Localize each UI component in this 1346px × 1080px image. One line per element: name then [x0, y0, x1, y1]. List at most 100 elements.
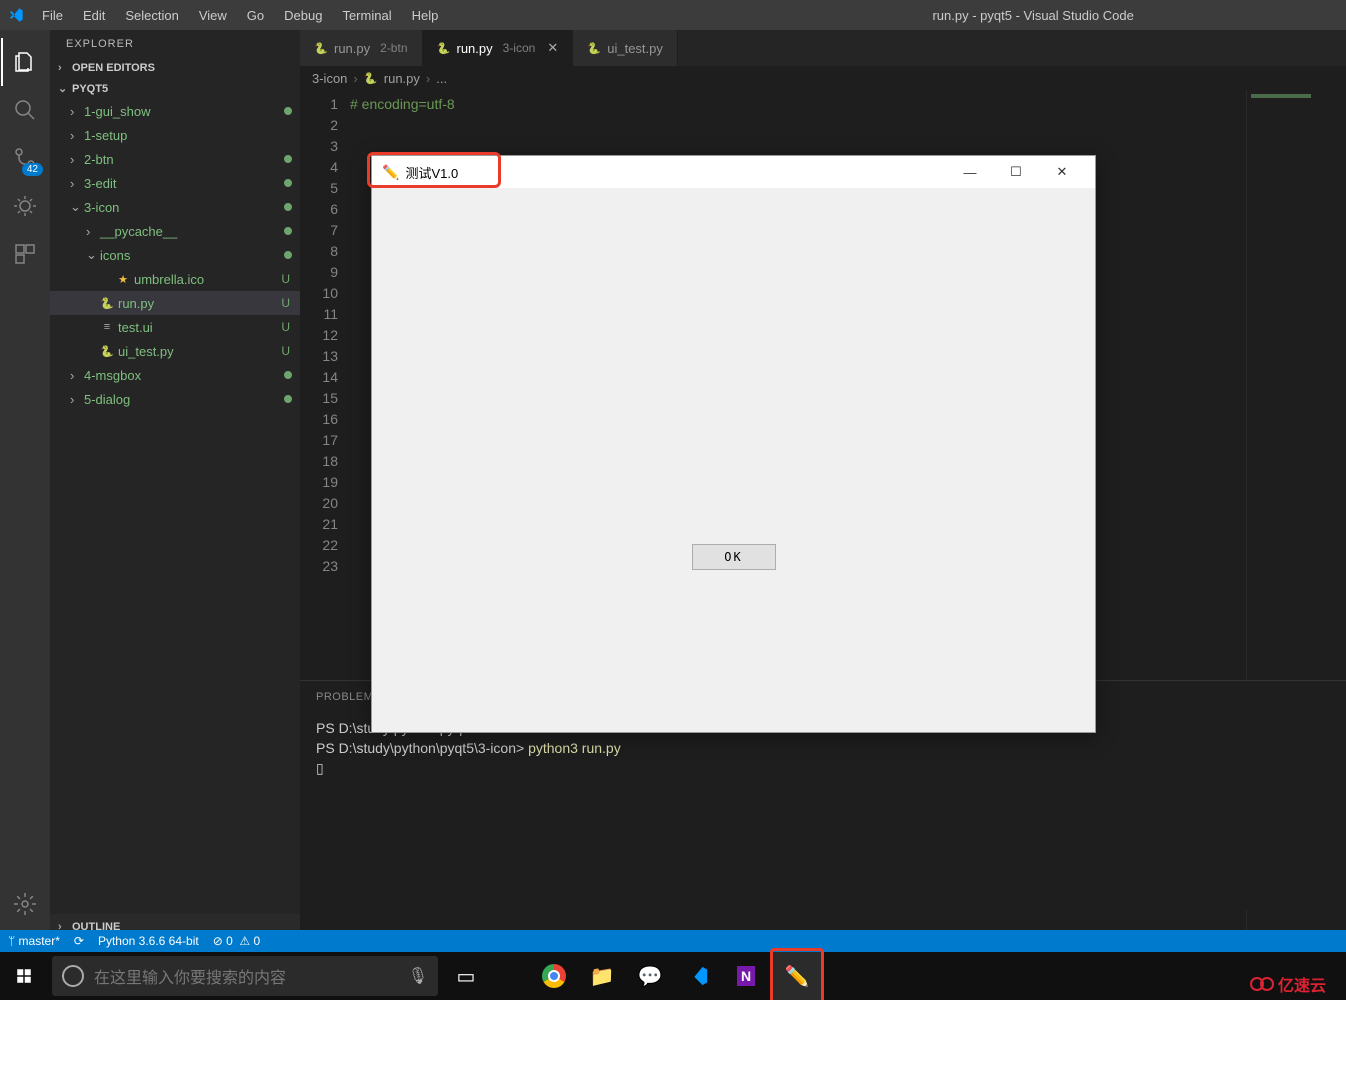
- chevron-icon: [86, 247, 96, 263]
- search-placeholder: 在这里输入你要搜索的内容: [94, 964, 398, 988]
- breadcrumb-sep: ›: [353, 71, 357, 86]
- mic-icon[interactable]: 🎙: [408, 966, 428, 986]
- untracked-badge: U: [281, 296, 290, 310]
- menu-go[interactable]: Go: [237, 4, 274, 27]
- activity-extensions[interactable]: [1, 230, 49, 278]
- close-button[interactable]: ✕: [1039, 156, 1085, 188]
- taskbar-search[interactable]: 在这里输入你要搜索的内容 🎙: [52, 956, 438, 996]
- activity-scm[interactable]: 42: [1, 134, 49, 182]
- python-icon: 🐍: [100, 344, 114, 358]
- tree-item-icons[interactable]: icons: [50, 243, 300, 267]
- cortana-icon: [62, 965, 84, 987]
- tree-item-umbrella-ico[interactable]: ★umbrella.icoU: [50, 267, 300, 291]
- activity-explorer[interactable]: [1, 38, 49, 86]
- breadcrumb-sep: ›: [426, 71, 430, 86]
- tree-item-3-edit[interactable]: 3-edit: [50, 171, 300, 195]
- status-problems[interactable]: ⊘ 0 ⚠ 0: [213, 934, 261, 948]
- menu-edit[interactable]: Edit: [73, 4, 115, 27]
- tree-item-2-btn[interactable]: 2-btn: [50, 147, 300, 171]
- bottom-whitespace: [0, 1000, 1346, 1080]
- minimize-button[interactable]: —: [947, 156, 993, 188]
- status-python[interactable]: Python 3.6.6 64-bit: [98, 934, 199, 948]
- tree-label: 5-dialog: [84, 392, 280, 407]
- untracked-badge: U: [281, 320, 290, 334]
- activity-settings[interactable]: [1, 880, 49, 928]
- pyqt-titlebar[interactable]: ✏️ 测试V1.0 — ☐ ✕: [372, 156, 1095, 188]
- taskbar-chrome[interactable]: [530, 952, 578, 1000]
- menu-debug[interactable]: Debug: [274, 4, 332, 27]
- untracked-badge: U: [281, 344, 290, 358]
- tree-item-1-gui-show[interactable]: 1-gui_show: [50, 99, 300, 123]
- python-icon: 🐍: [314, 41, 328, 55]
- vscode-icon: [8, 7, 24, 23]
- files-icon: [13, 50, 37, 74]
- tab-filename: ui_test.py: [607, 41, 663, 56]
- menu-file[interactable]: File: [32, 4, 73, 27]
- taskbar-highlight: ✏️: [770, 948, 824, 1004]
- tab-run-py[interactable]: 🐍run.py3-icon✕: [423, 30, 574, 66]
- python-icon: 🐍: [587, 41, 601, 55]
- tree-item-3-icon[interactable]: 3-icon: [50, 195, 300, 219]
- tree-label: 3-edit: [84, 176, 280, 191]
- menu-bar: File Edit Selection View Go Debug Termin…: [32, 4, 448, 27]
- chevron-icon: [70, 176, 80, 191]
- tree-label: run.py: [118, 296, 277, 311]
- open-editors-section[interactable]: OPEN EDITORS: [50, 58, 300, 78]
- close-icon[interactable]: ✕: [547, 40, 558, 56]
- tree-item-test-ui[interactable]: ≡ test.ui U: [50, 315, 300, 339]
- python-icon: 🐍: [364, 71, 378, 85]
- tree-label: 2-btn: [84, 152, 280, 167]
- tree-label: test.ui: [118, 320, 277, 335]
- tree-label: 3-icon: [84, 200, 280, 215]
- tree-item-run-py[interactable]: 🐍run.pyU: [50, 291, 300, 315]
- modified-dot: [284, 203, 292, 211]
- maximize-button[interactable]: ☐: [993, 156, 1039, 188]
- breadcrumb-part[interactable]: run.py: [384, 71, 420, 86]
- tree-item-4-msgbox[interactable]: 4-msgbox: [50, 363, 300, 387]
- scm-badge: 42: [22, 163, 43, 176]
- chevron-icon: [70, 368, 80, 383]
- start-button[interactable]: [0, 952, 48, 1000]
- ui-icon: ≡: [100, 320, 114, 334]
- activity-bar: 42: [0, 30, 50, 940]
- extensions-icon: [13, 242, 37, 266]
- breadcrumb-part[interactable]: ...: [436, 71, 447, 86]
- project-section[interactable]: PYQT5: [50, 78, 300, 99]
- taskbar-wechat[interactable]: 💬: [626, 952, 674, 1000]
- menu-terminal[interactable]: Terminal: [332, 4, 401, 27]
- menu-view[interactable]: View: [189, 4, 237, 27]
- pencil-icon: ✏️: [382, 164, 399, 181]
- activity-debug[interactable]: [1, 182, 49, 230]
- breadcrumb[interactable]: 3-icon › 🐍 run.py › ...: [300, 66, 1346, 90]
- window-title: run.py - pyqt5 - Visual Studio Code: [728, 8, 1338, 23]
- windows-icon: [15, 967, 33, 985]
- python-icon: 🐍: [437, 41, 451, 55]
- modified-dot: [284, 251, 292, 259]
- menu-selection[interactable]: Selection: [115, 4, 188, 27]
- chevron-icon: [70, 392, 80, 407]
- tab-folder: 2-btn: [380, 41, 407, 55]
- ok-button[interactable]: OK: [692, 544, 776, 570]
- modified-dot: [284, 371, 292, 379]
- menu-help[interactable]: Help: [402, 4, 449, 27]
- tree-item-5-dialog[interactable]: 5-dialog: [50, 387, 300, 411]
- modified-dot: [284, 155, 292, 163]
- chevron-icon: [86, 224, 96, 239]
- taskbar-onenote[interactable]: N: [722, 952, 770, 1000]
- modified-dot: [284, 227, 292, 235]
- tree-item---pycache--[interactable]: __pycache__: [50, 219, 300, 243]
- task-view[interactable]: ▭: [442, 952, 490, 1000]
- breadcrumb-part[interactable]: 3-icon: [312, 71, 347, 86]
- tree-item-ui-test-py[interactable]: 🐍ui_test.pyU: [50, 339, 300, 363]
- modified-dot: [284, 395, 292, 403]
- taskbar-vscode[interactable]: [674, 952, 722, 1000]
- tab-run-py[interactable]: 🐍run.py2-btn: [300, 30, 423, 66]
- chevron-icon: [70, 128, 80, 143]
- tree-item-1-setup[interactable]: 1-setup: [50, 123, 300, 147]
- status-sync[interactable]: ⟳: [74, 934, 84, 948]
- taskbar-explorer[interactable]: 📁: [578, 952, 626, 1000]
- taskbar-app-running[interactable]: ✏️: [773, 952, 821, 1000]
- tab-ui_test-py[interactable]: 🐍 ui_test.py: [573, 30, 678, 66]
- activity-search[interactable]: [1, 86, 49, 134]
- status-branch[interactable]: ᛘ master*: [8, 934, 60, 948]
